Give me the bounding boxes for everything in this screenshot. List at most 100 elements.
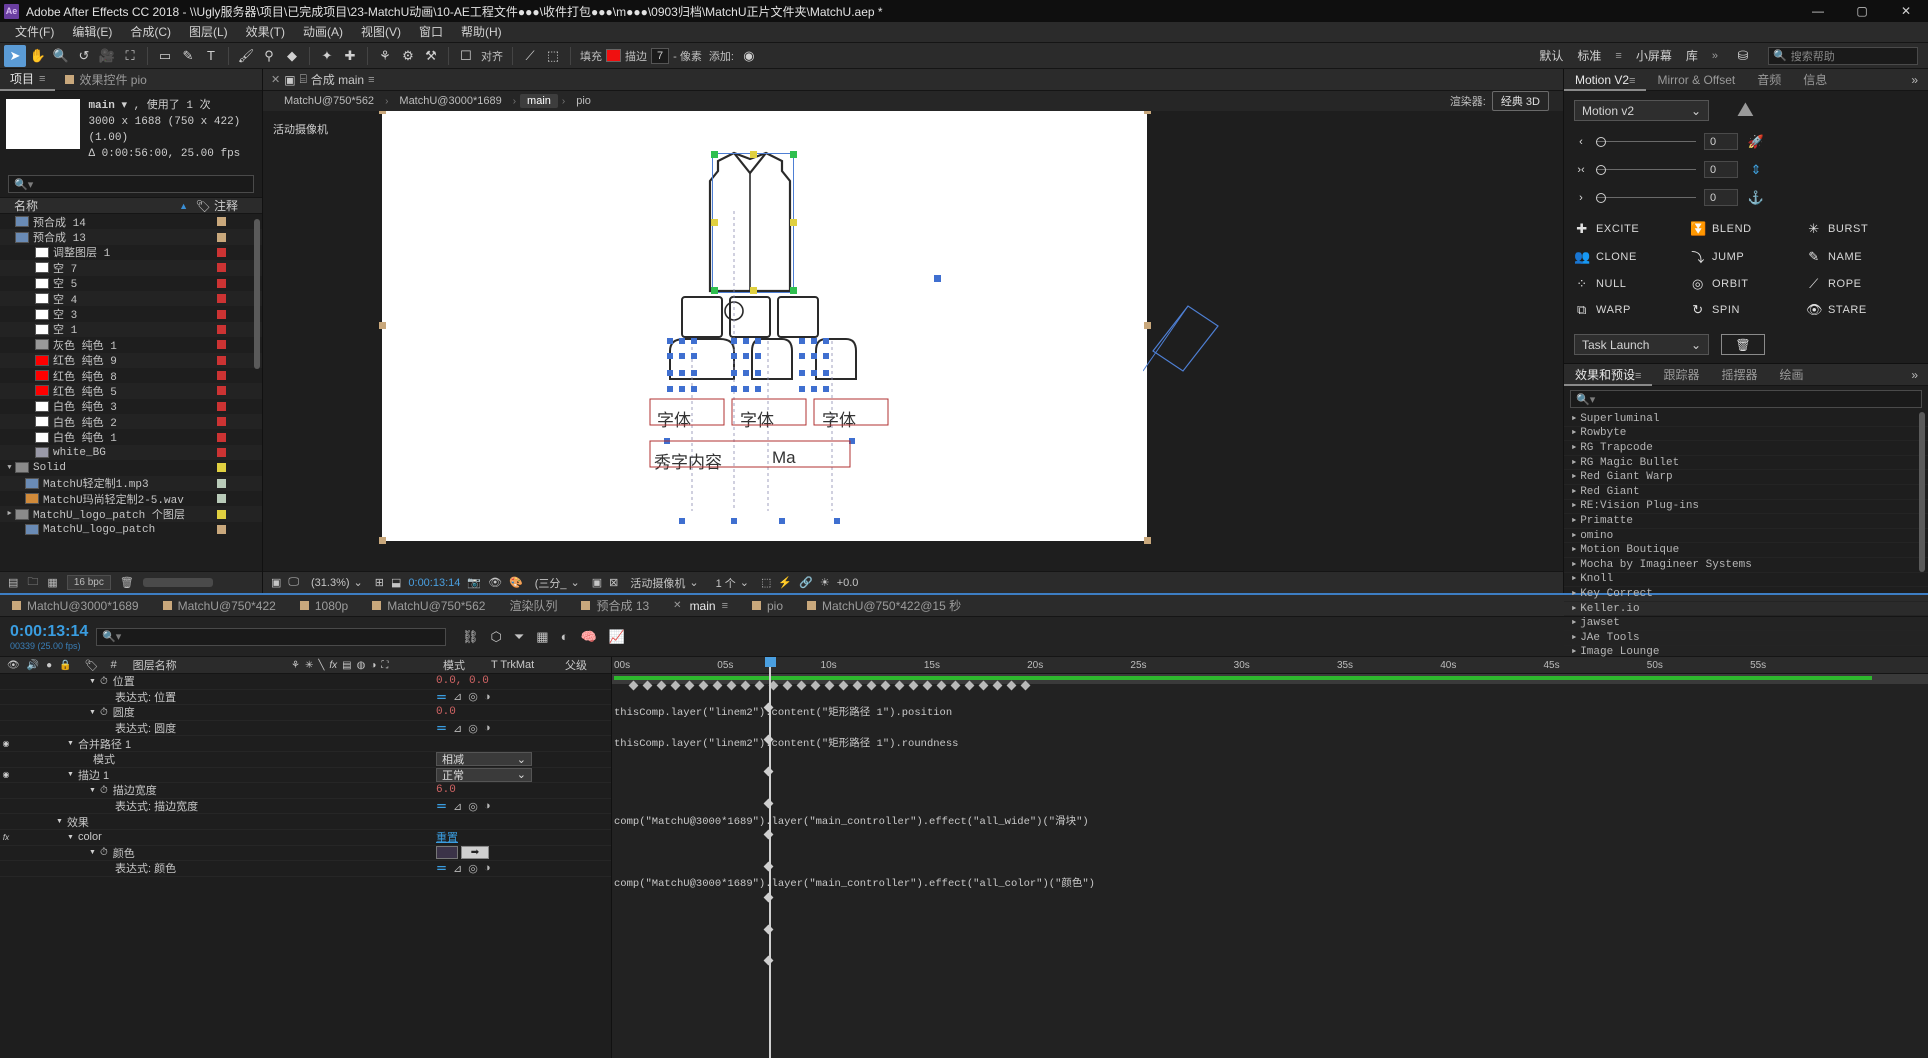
- offscreen-anchor[interactable]: [934, 275, 941, 282]
- timeline-property-row[interactable]: 模式相减⌄: [0, 752, 611, 768]
- reset-exposure-icon[interactable]: ☀: [820, 576, 830, 589]
- motion-button-warp[interactable]: ⧉WARP: [1574, 302, 1686, 318]
- timeline-tab-4[interactable]: 渲染队列: [497, 595, 569, 617]
- project-list-item[interactable]: 白色 纯色 1: [0, 429, 262, 444]
- pixel-aspect-icon[interactable]: ⬚: [761, 576, 771, 589]
- type-tool-icon[interactable]: T: [200, 45, 222, 67]
- disclosure-triangle-icon[interactable]: ►: [1572, 648, 1576, 656]
- region-interest-toggle-icon[interactable]: ▣: [592, 576, 602, 589]
- effects-category-row[interactable]: ►Red Giant: [1564, 485, 1928, 500]
- effect-reset-wrap[interactable]: 重置: [436, 829, 611, 845]
- label-color-swatch[interactable]: [217, 371, 226, 380]
- label-color-swatch[interactable]: [217, 494, 226, 503]
- new-comp-icon[interactable]: ▤: [8, 576, 18, 589]
- label-color-swatch[interactable]: [217, 356, 226, 365]
- column-note[interactable]: 注释: [214, 197, 262, 214]
- mask-feather-tool-icon[interactable]: ⟋: [519, 45, 541, 67]
- timeline-tab-0[interactable]: MatchU@3000*1689: [0, 595, 151, 617]
- frame-blending-icon[interactable]: ▦: [536, 629, 548, 645]
- label-color-swatch[interactable]: [217, 294, 226, 303]
- breadcrumb-item-2[interactable]: main: [520, 94, 558, 108]
- effect-reset-link[interactable]: 重置: [436, 832, 458, 844]
- timeline-tab-1[interactable]: MatchU@750*422: [151, 595, 288, 617]
- project-list-item[interactable]: 白色 纯色 3: [0, 399, 262, 414]
- composition-viewport[interactable]: 活动摄像机: [263, 111, 1563, 571]
- label-color-swatch[interactable]: [217, 510, 226, 519]
- bit-depth-button[interactable]: 16 bpc: [67, 575, 111, 590]
- property-value[interactable]: 6.0: [436, 784, 611, 796]
- effects-category-row[interactable]: ►RG Trapcode: [1564, 441, 1928, 456]
- composition-tab-label[interactable]: 合成 main: [311, 71, 364, 88]
- project-item-list[interactable]: 预合成 14预合成 13调整图层 1空 7空 5空 4空 3空 1灰色 纯色 1…: [0, 214, 262, 571]
- tab-effect-controls[interactable]: 效果控件 pio: [55, 69, 156, 91]
- panel-menu-icon[interactable]: ≡: [1629, 75, 1635, 87]
- effects-category-row[interactable]: ►Keller.io: [1564, 602, 1928, 617]
- motion-button-name[interactable]: ✎NAME: [1806, 247, 1918, 266]
- adjustment-layer-icon[interactable]: ◑: [370, 660, 376, 671]
- delete-icon[interactable]: 🗑: [120, 576, 134, 589]
- label-color-swatch[interactable]: [217, 402, 226, 411]
- roto-brush-tool-icon[interactable]: ✦: [316, 45, 338, 67]
- effects-category-row[interactable]: ►JAe Tools: [1564, 631, 1928, 646]
- footer-scrollbar[interactable]: [143, 578, 213, 587]
- project-search-input[interactable]: 🔍▾: [8, 175, 254, 193]
- label-color-swatch[interactable]: [217, 279, 226, 288]
- timeline-tab-2[interactable]: 1080p: [288, 595, 360, 617]
- time-ruler[interactable]: 00s05s10s15s20s25s30s35s40s45s50s55s: [612, 657, 1928, 674]
- expression-text[interactable]: comp("MatchU@3000*1689").layer("main_con…: [614, 875, 1095, 890]
- expression-text[interactable]: comp("MatchU@3000*1689").layer("main_con…: [614, 813, 1089, 828]
- pan-behind-tool-icon[interactable]: ⛶: [119, 45, 141, 67]
- effects-category-row[interactable]: ►Primatte: [1564, 514, 1928, 529]
- project-list-item[interactable]: 预合成 13: [0, 229, 262, 244]
- disclosure-triangle-icon[interactable]: ►: [1572, 605, 1576, 613]
- fill-color-swatch[interactable]: [606, 49, 621, 62]
- audio-icon[interactable]: 🔊: [27, 660, 39, 671]
- dropdown-icon[interactable]: ▾: [121, 100, 127, 112]
- motion-button-blend[interactable]: ⏬BLEND: [1690, 221, 1802, 237]
- effects-category-row[interactable]: ►Knoll: [1564, 573, 1928, 588]
- selection-tool-icon[interactable]: ➤: [4, 45, 26, 67]
- disclosure-triangle-icon[interactable]: ►: [1572, 473, 1576, 481]
- effects-category-row[interactable]: ►RE:Vision Plug-ins: [1564, 500, 1928, 515]
- panel-menu-icon[interactable]: ≡: [39, 73, 45, 85]
- disclosure-triangle-icon[interactable]: ▼: [56, 818, 63, 825]
- pick-whip-icon[interactable]: ◎: [468, 862, 478, 875]
- disclosure-triangle-icon[interactable]: ▼: [67, 834, 74, 841]
- label-color-swatch[interactable]: [217, 340, 226, 349]
- disclosure-triangle-icon[interactable]: ►: [1572, 546, 1576, 554]
- motion-slider-2[interactable]: [1596, 193, 1696, 203]
- timeline-property-row[interactable]: 表达式: 颜色＝⊿◎◑: [0, 861, 611, 877]
- trash-icon[interactable]: 🗑: [1721, 334, 1765, 355]
- project-list-item[interactable]: 空 1: [0, 322, 262, 337]
- grid-guides-icon[interactable]: ⊞: [375, 576, 384, 589]
- workspace-menu-icon[interactable]: ≡: [1615, 50, 1621, 62]
- expression-enable-icon[interactable]: ＝: [436, 689, 447, 705]
- expression-controls[interactable]: ＝⊿◎◑: [436, 720, 611, 736]
- panel-menu-icon[interactable]: ≡: [722, 600, 728, 612]
- color-swatch[interactable]: [436, 846, 458, 859]
- current-time-indicator[interactable]: [769, 657, 771, 1058]
- disclosure-triangle-icon[interactable]: ►: [1572, 532, 1576, 540]
- project-list-item[interactable]: 调整图层 1: [0, 245, 262, 260]
- selection-handle[interactable]: [711, 151, 718, 158]
- label-color-swatch[interactable]: [217, 479, 226, 488]
- timeline-property-row[interactable]: ◉▼描边 1正常⌄: [0, 768, 611, 784]
- new-folder-icon[interactable]: 🗀: [27, 573, 38, 592]
- disclosure-triangle-icon[interactable]: ►: [1572, 517, 1576, 525]
- property-value[interactable]: 0.0: [436, 706, 611, 718]
- channels-icon[interactable]: 🎨: [509, 576, 523, 589]
- lock-icon[interactable]: 🔒: [59, 660, 71, 671]
- expression-enable-icon[interactable]: ＝: [436, 860, 447, 876]
- motion-slider-0[interactable]: [1596, 137, 1696, 147]
- expression-enable-icon[interactable]: ＝: [436, 720, 447, 736]
- disclosure-triangle-icon[interactable]: ►: [1572, 575, 1576, 583]
- renderer-value-button[interactable]: 经典 3D: [1492, 91, 1549, 111]
- motion-button-stare[interactable]: 👁STARE: [1806, 302, 1918, 318]
- expression-language-menu-icon[interactable]: ◑: [484, 722, 491, 734]
- motion-button-orbit[interactable]: ◎ORBIT: [1690, 276, 1802, 292]
- selection-handle[interactable]: [790, 151, 797, 158]
- effects-category-row[interactable]: ►omino: [1564, 529, 1928, 544]
- timeline-link-icon[interactable]: 🔗: [799, 576, 813, 589]
- effects-category-row[interactable]: ►RG Magic Bullet: [1564, 456, 1928, 471]
- timeline-property-row[interactable]: 表达式: 圆度＝⊿◎◑: [0, 721, 611, 737]
